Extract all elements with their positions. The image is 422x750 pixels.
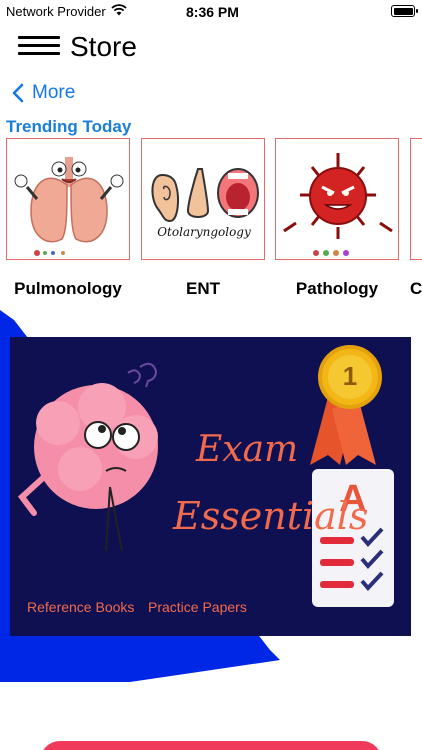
trending-card-label: Pulmonology [14,279,122,298]
banner-heading-line2: Essentials [173,494,369,538]
ear-nose-throat-illustration: Otolaryngology [141,138,265,260]
exam-essentials-banner[interactable]: 1 A Exam Essentials Reference Books Prac… [10,337,411,636]
battery-icon [391,5,418,17]
back-button[interactable]: More [12,80,75,106]
status-bar: Network Provider 8:36 PM [0,0,422,24]
banner-heading-line1: Exam [196,429,299,470]
section-title-trending: Trending Today [6,117,132,136]
status-time: 8:36 PM [186,4,239,20]
trending-card-partial[interactable]: C [410,138,422,298]
trending-card-label: ENT [186,279,220,298]
back-label: More [32,82,76,103]
trending-card-ent[interactable]: Otolaryngology ENT [141,138,265,298]
thumbnail-caption: Otolaryngology [157,225,251,239]
lungs-illustration [6,138,130,260]
trending-card-pulmonology[interactable]: Pulmonology [6,138,130,298]
trending-card-label: C [410,279,422,298]
carrier-name: Network Provider [6,4,106,19]
practice-papers-link[interactable]: Practice Papers [148,599,247,615]
hamburger-menu-icon[interactable] [18,36,60,56]
reference-books-link[interactable]: Reference Books [27,599,134,615]
brain-character-illustration [17,362,158,552]
page-title: Store [70,31,137,62]
virus-illustration [275,138,399,260]
svg-text:1: 1 [343,361,357,391]
wifi-icon [111,4,127,16]
trending-card-pathology[interactable]: Pathology [275,138,399,298]
bottom-action-button[interactable] [40,741,382,750]
trending-carousel[interactable]: Pulmonology Otolaryngology ENT Pathology… [0,138,422,308]
trending-card-label: Pathology [295,279,379,298]
graded-paper-icon: A [312,469,394,607]
chevron-left-icon [12,83,24,103]
partial-card-thumbnail [410,138,422,260]
